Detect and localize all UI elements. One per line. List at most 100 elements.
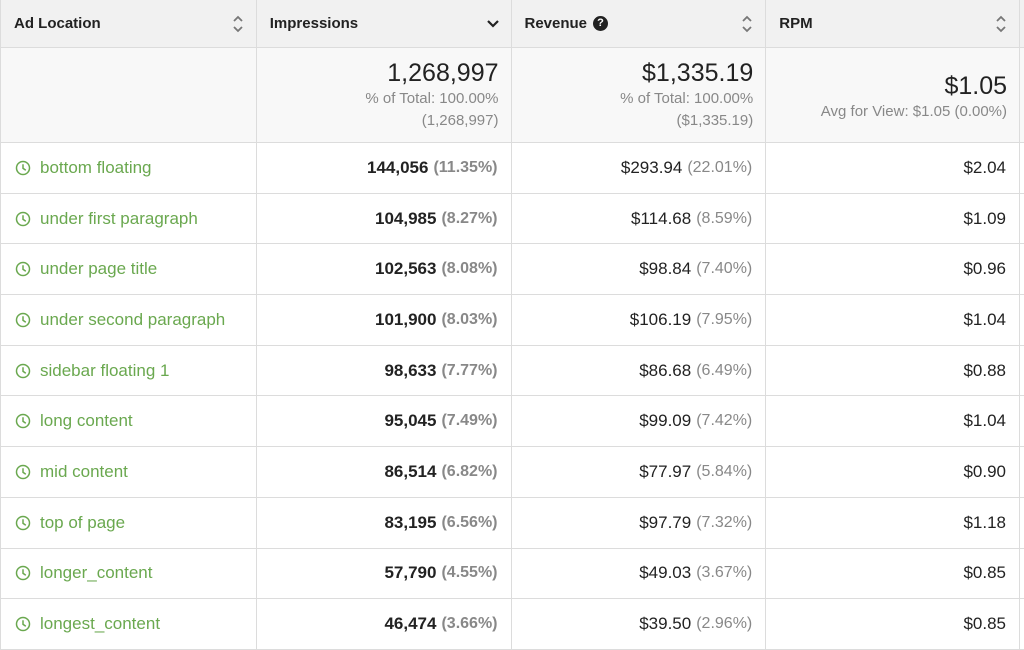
rpm-value: $2.04 (963, 157, 1006, 177)
help-circle-icon[interactable]: ? (593, 16, 609, 31)
totals-overflow (1020, 48, 1024, 143)
impressions-percent: (8.27%) (441, 209, 498, 227)
ad-location-cell: mid content (1, 447, 257, 498)
impressions-percent: (7.77%) (441, 361, 498, 379)
sort-desc-icon[interactable] (486, 14, 499, 34)
rpm-cell: $1.04 (766, 295, 1020, 346)
totals-impressions-value: 1,268,997 (387, 59, 499, 87)
impressions-percent: (4.55%) (441, 564, 498, 582)
sort-both-icon[interactable] (995, 14, 1007, 34)
revenue-cell: $106.19 (7.95%) (511, 295, 767, 346)
ad-location-name: mid content (40, 461, 128, 481)
ad-location-link[interactable]: bottom floating (15, 158, 152, 178)
clock-icon (15, 261, 31, 277)
column-header-overflow (1020, 0, 1024, 48)
ad-location-link[interactable]: longer_content (15, 563, 152, 583)
revenue-value: $49.03 (639, 563, 692, 583)
rpm-value: $0.90 (963, 461, 1006, 481)
totals-revenue: $1,335.19 % of Total: 100.00% ($1,335.19… (511, 48, 767, 143)
ad-location-link[interactable]: sidebar floating 1 (15, 361, 169, 381)
column-header-ad-location[interactable]: Ad Location (1, 0, 257, 48)
column-header-rpm[interactable]: RPM (766, 0, 1020, 48)
impressions-value: 46,474 (384, 614, 437, 634)
ad-location-link[interactable]: mid content (15, 462, 128, 482)
impressions-value: 86,514 (384, 461, 437, 481)
table-row: sidebar floating 1 98,633 (7.77%) $86.68… (1, 345, 1024, 397)
totals-revenue-percent: % of Total: 100.00% (620, 90, 754, 107)
rpm-cell: $0.96 (766, 244, 1020, 296)
revenue-value: $98.84 (639, 259, 692, 279)
totals-revenue-absolute: ($1,335.19) (676, 112, 754, 129)
ad-location-cell: longest_content (1, 599, 257, 650)
revenue-percent: (7.42%) (696, 412, 753, 430)
impressions-cell: 144,056 (11.35%) (256, 143, 512, 194)
ad-location-link[interactable]: under first paragraph (15, 209, 198, 229)
impressions-cell: 83,195 (6.56%) (256, 497, 512, 549)
revenue-value: $97.79 (639, 512, 692, 532)
ad-location-cell: under first paragraph (1, 193, 257, 245)
impressions-percent: (8.08%) (441, 260, 498, 278)
revenue-cell: $114.68 (8.59%) (511, 193, 767, 245)
sort-both-icon[interactable] (741, 14, 753, 34)
rpm-cell: $0.90 (766, 447, 1020, 498)
revenue-cell: $86.68 (6.49%) (511, 345, 767, 397)
rpm-value: $1.18 (963, 512, 1006, 532)
rpm-cell: $1.04 (766, 396, 1020, 448)
rpm-value: $1.04 (963, 411, 1006, 431)
revenue-cell: $77.97 (5.84%) (511, 447, 767, 498)
impressions-value: 95,045 (384, 411, 437, 431)
table-row: under first paragraph 104,985 (8.27%) $1… (1, 193, 1024, 245)
column-header-revenue[interactable]: Revenue ? (511, 0, 767, 48)
row-overflow (1020, 295, 1024, 346)
table-row: mid content 86,514 (6.82%) $77.97 (5.84%… (1, 447, 1024, 498)
clock-icon (15, 616, 31, 632)
rpm-value: $0.96 (963, 259, 1006, 279)
ad-location-name: longer_content (40, 563, 153, 583)
ad-location-name: under first paragraph (40, 208, 198, 228)
impressions-percent: (3.66%) (441, 615, 498, 633)
rpm-cell: $1.18 (766, 497, 1020, 549)
rpm-value: $0.85 (963, 563, 1006, 583)
impressions-cell: 46,474 (3.66%) (256, 599, 512, 650)
ad-location-cell: longer_content (1, 548, 257, 600)
ad-location-cell: sidebar floating 1 (1, 345, 257, 397)
revenue-cell: $99.09 (7.42%) (511, 396, 767, 448)
revenue-percent: (2.96%) (696, 615, 753, 633)
revenue-percent: (8.59%) (696, 209, 753, 227)
ad-location-link[interactable]: under page title (15, 259, 157, 279)
table-body: bottom floating 144,056 (11.35%) $293.94… (1, 143, 1024, 650)
ad-location-link[interactable]: long content (15, 411, 133, 431)
totals-impressions-absolute: (1,268,997) (421, 112, 499, 129)
impressions-percent: (7.49%) (441, 412, 498, 430)
totals-label-cell (1, 48, 257, 143)
revenue-value: $86.68 (639, 360, 692, 380)
ad-location-link[interactable]: top of page (15, 513, 125, 533)
revenue-value: $39.50 (639, 614, 692, 634)
column-header-label: Revenue (524, 15, 588, 32)
impressions-cell: 101,900 (8.03%) (256, 295, 512, 346)
clock-icon (15, 566, 31, 581)
ad-location-link[interactable]: under second paragraph (15, 310, 225, 330)
clock-icon (15, 363, 31, 378)
revenue-cell: $49.03 (3.67%) (511, 548, 767, 600)
impressions-percent: (11.35%) (433, 158, 498, 176)
impressions-percent: (6.56%) (441, 513, 498, 531)
column-header-label: Impressions (269, 15, 359, 32)
ad-location-cell: under page title (1, 244, 257, 296)
totals-rpm: $1.05 Avg for View: $1.05 (0.00%) (766, 48, 1020, 143)
sort-both-icon[interactable] (232, 14, 244, 34)
totals-revenue-value: $1,335.19 (642, 59, 754, 87)
impressions-cell: 86,514 (6.82%) (256, 447, 512, 498)
impressions-value: 104,985 (375, 208, 437, 228)
row-overflow (1020, 143, 1024, 194)
column-header-impressions[interactable]: Impressions (256, 0, 512, 48)
table-row: top of page 83,195 (6.56%) $97.79 (7.32%… (1, 497, 1024, 549)
ad-location-link[interactable]: longest_content (15, 614, 160, 634)
impressions-cell: 102,563 (8.08%) (256, 244, 512, 296)
clock-icon (15, 211, 31, 226)
totals-impressions: 1,268,997 % of Total: 100.00% (1,268,997… (256, 48, 512, 143)
ad-location-cell: bottom floating (1, 143, 257, 194)
revenue-value: $99.09 (639, 411, 692, 431)
rpm-value: $1.09 (963, 208, 1006, 228)
clock-icon (15, 414, 31, 429)
